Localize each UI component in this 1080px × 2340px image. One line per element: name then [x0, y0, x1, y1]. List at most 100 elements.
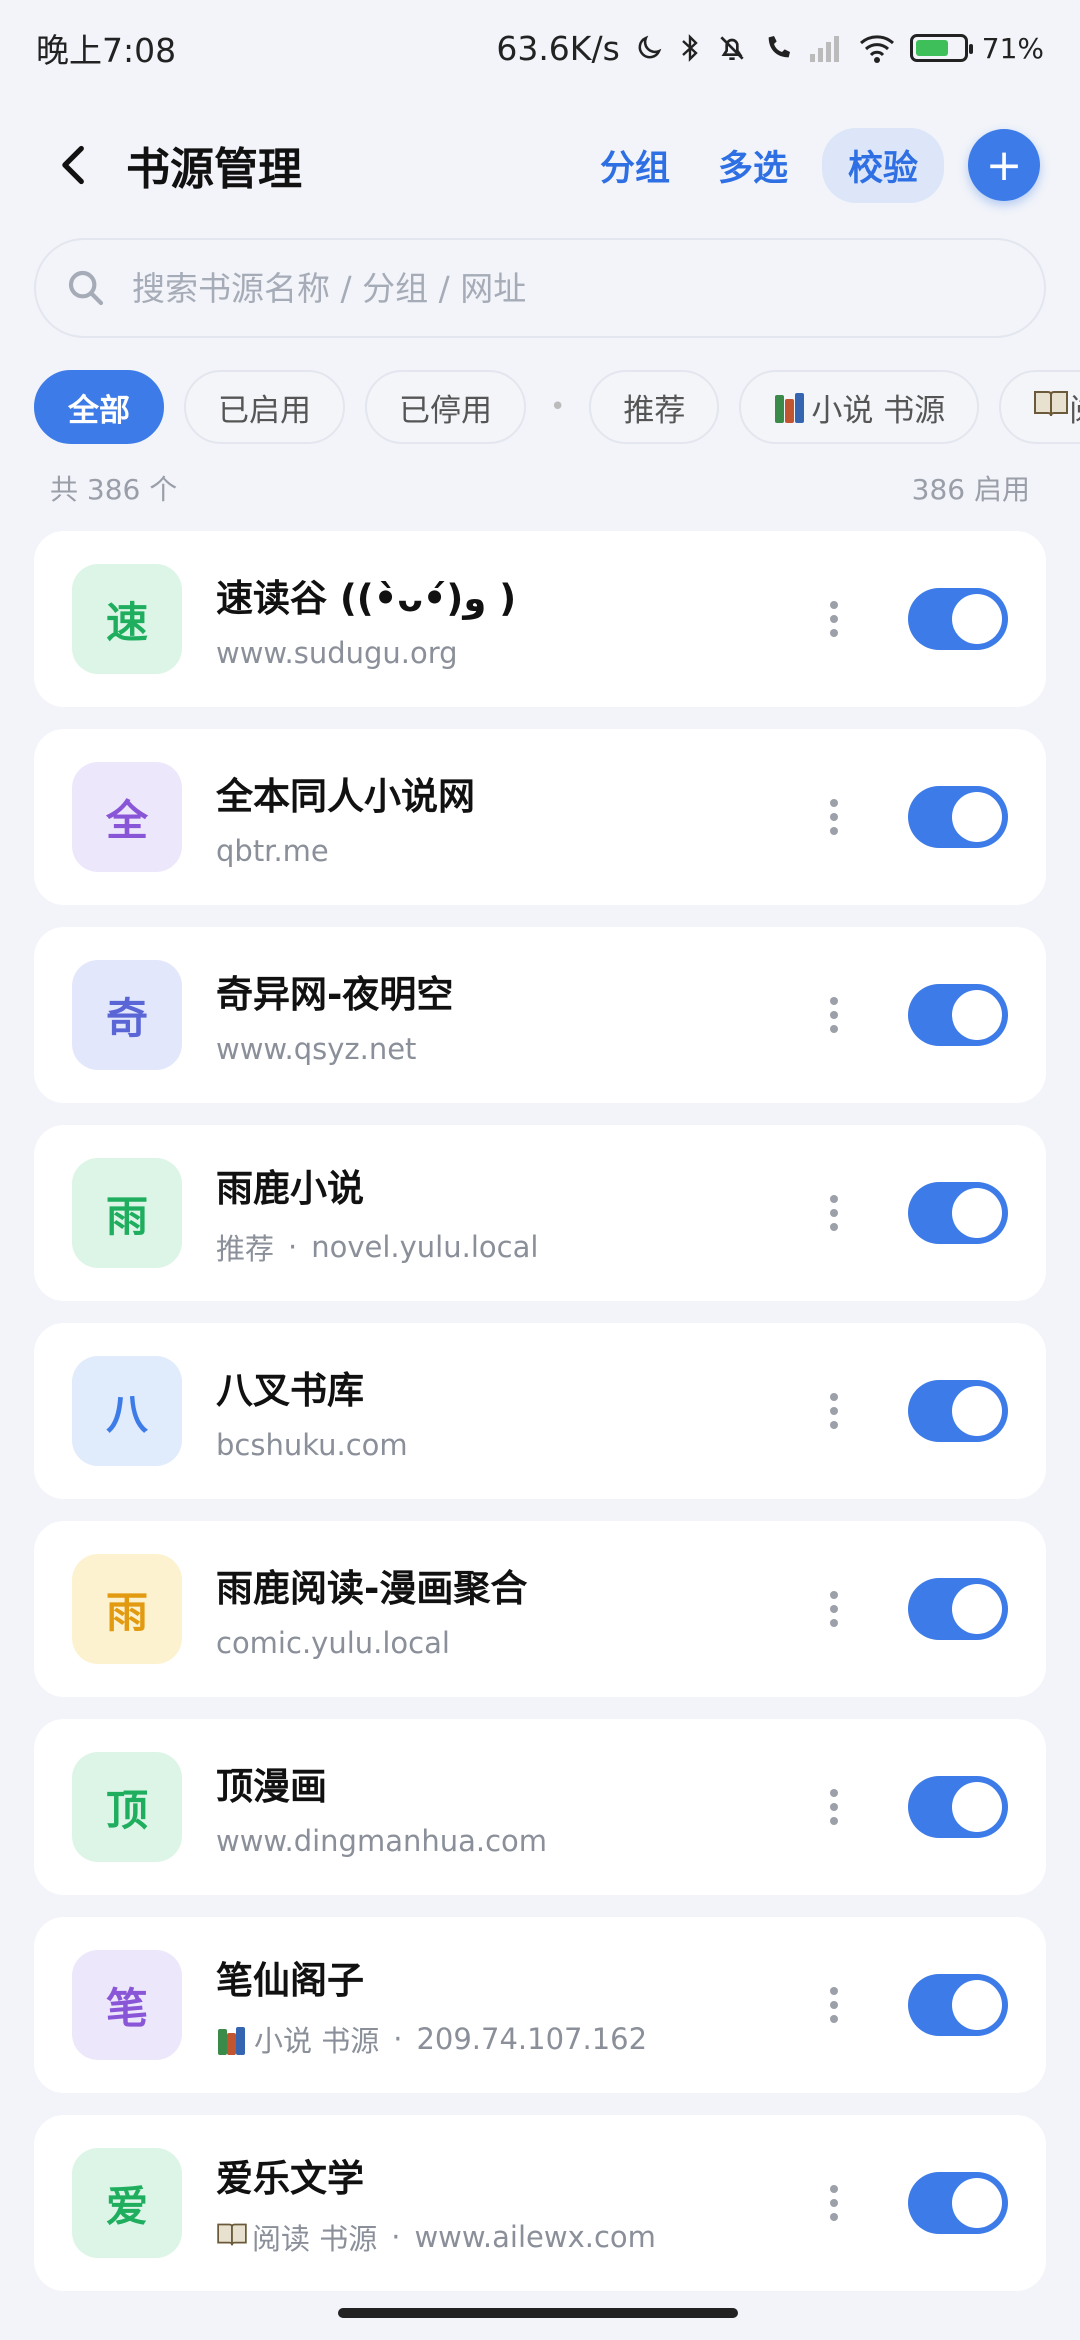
- status-bar: 晚上7:08 63.6K/s 71%: [0, 0, 1080, 96]
- source-avatar: 笔: [72, 1950, 182, 2060]
- toggle-knob: [952, 1386, 1002, 1436]
- more-options-icon[interactable]: [814, 1579, 854, 1639]
- source-avatar: 八: [72, 1356, 182, 1466]
- source-card[interactable]: 雨雨鹿阅读-漫画聚合 comic.yulu.local: [34, 1521, 1046, 1697]
- toggle-knob: [952, 1980, 1002, 2030]
- source-url: 209.74.107.162: [416, 2022, 648, 2056]
- toggle-knob: [952, 1188, 1002, 1238]
- source-card[interactable]: 笔笔仙阁子小说 书源 · 209.74.107.162: [34, 1917, 1046, 2093]
- source-info: 八叉书库 bcshuku.com: [216, 1360, 814, 1462]
- chip-recommend[interactable]: 推荐: [589, 370, 720, 444]
- chip-novel[interactable]: 小说 书源: [739, 370, 980, 444]
- more-options-icon[interactable]: [814, 1975, 854, 2035]
- more-options-icon[interactable]: [814, 1381, 854, 1441]
- header: 书源管理 分组 多选 校验 +: [0, 110, 1080, 220]
- chip-novel-label: 小说 书源: [811, 392, 946, 429]
- mute-bell-icon: [716, 32, 748, 64]
- counts-row: 共 386 个 386 启用: [50, 468, 1030, 508]
- multi-select-button[interactable]: 多选: [718, 140, 788, 191]
- source-card[interactable]: 速速读谷 ((•̀ᴗ•́)و ) www.sudugu.org: [34, 531, 1046, 707]
- enable-toggle[interactable]: [908, 1182, 1008, 1244]
- more-options-icon[interactable]: [814, 985, 854, 1045]
- source-name: 雨鹿小说: [216, 1167, 364, 1210]
- page-title: 书源管理: [126, 144, 302, 195]
- more-options-icon[interactable]: [814, 1777, 854, 1837]
- enable-toggle[interactable]: [908, 786, 1008, 848]
- search-bar[interactable]: [34, 238, 1046, 338]
- source-url: qbtr.me: [216, 834, 329, 868]
- chip-all[interactable]: 全部: [34, 370, 164, 444]
- enable-toggle[interactable]: [908, 1380, 1008, 1442]
- source-name: 顶漫画: [216, 1765, 327, 1808]
- source-meta: www.dingmanhua.com: [216, 1824, 814, 1858]
- source-url: www.sudugu.org: [216, 636, 458, 670]
- source-meta: 阅读 书源 · www.ailewx.com: [216, 2216, 814, 2258]
- source-card[interactable]: 八八叉书库 bcshuku.com: [34, 1323, 1046, 1499]
- meta-separator: ·: [391, 2220, 401, 2254]
- call-icon: [762, 32, 794, 64]
- enable-toggle[interactable]: [908, 984, 1008, 1046]
- source-info: 奇异网-夜明空 www.qsyz.net: [216, 964, 814, 1066]
- source-card[interactable]: 爱爱乐文学 阅读 书源 · www.ailewx.com: [34, 2115, 1046, 2291]
- source-card[interactable]: 雨雨鹿小说 推荐 · novel.yulu.local: [34, 1125, 1046, 1301]
- source-url: bcshuku.com: [216, 1428, 408, 1462]
- source-info: 顶漫画 www.dingmanhua.com: [216, 1756, 814, 1858]
- chip-read[interactable]: 阅: [999, 370, 1080, 444]
- enable-toggle[interactable]: [908, 1776, 1008, 1838]
- bluetooth-icon: [678, 32, 702, 64]
- source-info: 全本同人小说网 qbtr.me: [216, 766, 814, 868]
- more-options-icon[interactable]: [814, 589, 854, 649]
- source-avatar: 雨: [72, 1554, 182, 1664]
- source-meta: bcshuku.com: [216, 1428, 814, 1462]
- add-source-button[interactable]: +: [968, 129, 1040, 201]
- more-options-icon[interactable]: [814, 1183, 854, 1243]
- chip-disabled[interactable]: 已停用: [365, 370, 526, 444]
- enable-toggle[interactable]: [908, 1974, 1008, 2036]
- source-card[interactable]: 顶顶漫画 www.dingmanhua.com: [34, 1719, 1046, 1895]
- source-meta: comic.yulu.local: [216, 1626, 814, 1660]
- source-name: 八叉书库: [216, 1369, 364, 1412]
- source-avatar: 速: [72, 564, 182, 674]
- chip-enabled[interactable]: 已启用: [184, 370, 345, 444]
- source-info: 速读谷 ((•̀ᴗ•́)و ) www.sudugu.org: [216, 568, 814, 670]
- source-info: 雨鹿阅读-漫画聚合 comic.yulu.local: [216, 1558, 814, 1660]
- total-count: 共 386 个: [50, 473, 178, 506]
- enable-toggle[interactable]: [908, 2172, 1008, 2234]
- search-input[interactable]: [130, 267, 1014, 309]
- toggle-knob: [952, 990, 1002, 1040]
- open-book-icon: [1033, 388, 1069, 426]
- battery-icon: [909, 34, 973, 62]
- back-arrow-icon[interactable]: [52, 143, 96, 187]
- source-name: 奇异网-夜明空: [216, 973, 454, 1016]
- check-button[interactable]: 校验: [821, 127, 944, 203]
- home-indicator: [338, 2308, 738, 2318]
- chip-read-label: 阅: [1069, 385, 1080, 430]
- source-card[interactable]: 全全本同人小说网 qbtr.me: [34, 729, 1046, 905]
- source-meta: 小说 书源 · 209.74.107.162: [216, 2018, 814, 2060]
- status-time: 晚上7:08: [36, 31, 177, 70]
- group-button[interactable]: 分组: [600, 140, 670, 191]
- toggle-knob: [952, 1584, 1002, 1634]
- net-speed: 63.6K/s: [496, 28, 620, 68]
- filter-chips: 全部 已启用 已停用 • 推荐 小说 书源 阅: [34, 368, 1080, 446]
- source-name: 爱乐文学: [216, 2157, 364, 2200]
- source-avatar: 爱: [72, 2148, 182, 2258]
- source-avatar: 全: [72, 762, 182, 872]
- source-name: 雨鹿阅读-漫画聚合: [216, 1567, 528, 1610]
- source-info: 笔仙阁子小说 书源 · 209.74.107.162: [216, 1950, 814, 2060]
- source-avatar: 雨: [72, 1158, 182, 1268]
- source-url: www.qsyz.net: [216, 1032, 417, 1066]
- books-icon: [773, 391, 807, 423]
- source-avatar: 顶: [72, 1752, 182, 1862]
- source-name: 速读谷 ((•̀ᴗ•́)و ): [216, 577, 517, 620]
- source-name: 笔仙阁子: [216, 1959, 364, 2002]
- source-card[interactable]: 奇奇异网-夜明空 www.qsyz.net: [34, 927, 1046, 1103]
- more-options-icon[interactable]: [814, 787, 854, 847]
- source-group: 阅读 书源: [252, 2222, 378, 2256]
- books-icon: [216, 2023, 250, 2055]
- more-options-icon[interactable]: [814, 2173, 854, 2233]
- signal-icon: [808, 34, 844, 62]
- enable-toggle[interactable]: [908, 1578, 1008, 1640]
- enable-toggle[interactable]: [908, 588, 1008, 650]
- source-url: novel.yulu.local: [311, 1230, 539, 1264]
